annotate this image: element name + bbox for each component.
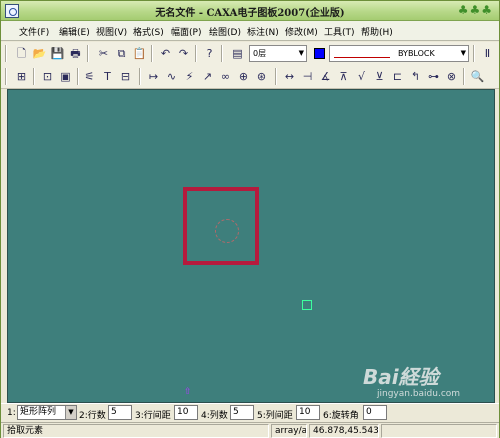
toolbar-separator: [463, 68, 465, 85]
ucs-origin-icon: ⇧: [184, 387, 192, 397]
option-1-label: 1:: [7, 408, 16, 418]
theme-clover-icons: ♣♣♣: [457, 3, 493, 17]
column-spacing-label: 5:列间距: [257, 411, 293, 421]
copy-icon[interactable]: ⧉: [113, 45, 130, 62]
menu-format[interactable]: 格式(S): [133, 25, 164, 38]
cut-line-icon[interactable]: ⊶: [425, 68, 442, 85]
toolbar-separator: [33, 68, 35, 85]
tolerance-icon[interactable]: ⊏: [389, 68, 406, 85]
chevron-down-icon: ▼: [65, 406, 76, 419]
linetype-preview: [334, 57, 390, 58]
menu-bar: 文件(F) 编辑(E) 视图(V) 格式(S) 幅面(P) 绘图(D) 标注(N…: [1, 21, 499, 41]
selected-circle-entity[interactable]: [215, 219, 239, 243]
arrow-tool-icon[interactable]: ↗: [199, 68, 216, 85]
array-type-select[interactable]: 矩形阵列 ▼: [17, 405, 77, 420]
section-icon[interactable]: ⊗: [443, 68, 460, 85]
rotation-input[interactable]: 0: [363, 405, 387, 420]
datum-icon[interactable]: ⊼: [335, 68, 352, 85]
zoom-icon[interactable]: 🔍: [469, 68, 486, 85]
chevron-down-icon: ▼: [298, 49, 304, 57]
table-icon[interactable]: ⊟: [117, 68, 134, 85]
window-title: 无名文件 - CAXA电子图板2007(企业版): [155, 8, 345, 19]
leader-icon[interactable]: ↰: [407, 68, 424, 85]
app-window: 无名文件 - CAXA电子图板2007(企业版) ♣♣♣ 文件(F) 编辑(E)…: [0, 0, 500, 438]
cut-icon[interactable]: ✂: [95, 45, 112, 62]
toolbar-separator: [139, 68, 141, 85]
line-style-icon[interactable]: Ⅱ: [479, 45, 496, 62]
menu-edit[interactable]: 编辑(E): [59, 25, 90, 38]
hatch-tool-icon[interactable]: ⊕: [235, 68, 252, 85]
roughness-icon[interactable]: √: [353, 68, 370, 85]
status-bar: 拾取元素 array/ar 46.878,45.543: [1, 422, 499, 438]
menu-file[interactable]: 文件(F): [19, 25, 49, 38]
display-window-icon[interactable]: ⊞: [13, 68, 30, 85]
title-bar[interactable]: 无名文件 - CAXA电子图板2007(企业版) ♣♣♣: [1, 1, 499, 21]
columns-input[interactable]: 5: [230, 405, 254, 420]
angle-dim-icon[interactable]: ∡: [317, 68, 334, 85]
undo-icon[interactable]: ↶: [157, 45, 174, 62]
toolbar-separator: [473, 45, 475, 62]
menu-view[interactable]: 视图(V): [96, 25, 127, 38]
circle-tool-icon[interactable]: ∞: [217, 68, 234, 85]
coordinate-dim-icon[interactable]: ⊣: [299, 68, 316, 85]
menu-sheet[interactable]: 幅面(P): [171, 25, 201, 38]
menu-tools[interactable]: 工具(T): [324, 25, 355, 38]
text-style-icon[interactable]: T: [99, 68, 116, 85]
redo-icon[interactable]: ↷: [175, 45, 192, 62]
status-coordinates: 46.878,45.543: [309, 424, 379, 438]
toolbar-separator: [275, 68, 277, 85]
toolbar-separator: [221, 45, 223, 62]
chevron-down-icon: ▼: [460, 49, 466, 57]
columns-label: 4:列数: [201, 411, 228, 421]
rows-input[interactable]: 5: [108, 405, 132, 420]
layer-select[interactable]: 0层 ▼: [249, 45, 307, 62]
toolbar-separator: [195, 45, 197, 62]
zoom-window-icon[interactable]: ⊡: [39, 68, 56, 85]
baidu-watermark: Bai経验 jingyan.baidu.com: [363, 361, 495, 401]
menu-dimension[interactable]: 标注(N): [247, 25, 279, 38]
zoom-all-icon[interactable]: ▣: [57, 68, 74, 85]
drawing-toolbar: ⊞ ⊡ ▣ ⚟ T ⊟ ↦ ∿ ⚡ ↗ ∞ ⊕ ⊛ ↔ ⊣ ∡ ⊼ √ ⊻ ⊏ …: [1, 65, 499, 89]
status-prompt: 拾取元素: [3, 424, 269, 438]
polyline-tool-icon[interactable]: ⚡: [181, 68, 198, 85]
layer-select-value: 0层: [253, 49, 267, 58]
spline-tool-icon[interactable]: ∿: [163, 68, 180, 85]
save-icon[interactable]: 💾: [49, 45, 66, 62]
layer-control-icon[interactable]: ▤: [229, 45, 246, 62]
print-icon[interactable]: 🖶: [67, 45, 84, 62]
menu-draw[interactable]: 绘图(D): [209, 25, 241, 38]
toolbar-grip[interactable]: [5, 68, 7, 85]
color-swatch[interactable]: [314, 48, 325, 59]
menu-help[interactable]: 帮助(H): [361, 25, 393, 38]
toolbar-separator: [151, 45, 153, 62]
array-type-value: 矩形阵列: [20, 407, 57, 417]
row-spacing-input[interactable]: 10: [174, 405, 198, 420]
toolbar-grip[interactable]: [5, 45, 7, 62]
property-icon[interactable]: ⚟: [81, 68, 98, 85]
row-spacing-label: 3:行间距: [135, 411, 171, 421]
help-icon[interactable]: ?: [201, 45, 218, 62]
standard-toolbar: 🗋 📂 💾 🖶 ✂ ⧉ 📋 ↶ ↷ ? ▤ 0层 ▼ BYBLOCK ▼ Ⅱ: [1, 42, 499, 66]
rows-label: 2:行数: [79, 411, 106, 421]
column-spacing-input[interactable]: 10: [296, 405, 320, 420]
open-folder-icon[interactable]: 📂: [31, 45, 48, 62]
block-tool-icon[interactable]: ⊛: [253, 68, 270, 85]
command-options-bar: 1: 矩形阵列 ▼ 2:行数 5 3:行间距 10 4:列数 5 5:列间距 1…: [1, 403, 499, 421]
paste-icon[interactable]: 📋: [131, 45, 148, 62]
menu-modify[interactable]: 修改(M): [285, 25, 318, 38]
linetype-select[interactable]: BYBLOCK ▼: [329, 45, 469, 62]
toolbar-separator: [77, 68, 79, 85]
toolbar-separator: [87, 45, 89, 62]
watermark-logo-text: Bai経验: [363, 365, 439, 389]
dimension-icon[interactable]: ↔: [281, 68, 298, 85]
watermark-url: jingyan.baidu.com: [377, 389, 461, 399]
rotation-label: 6:旋转角: [323, 411, 359, 421]
weld-icon[interactable]: ⊻: [371, 68, 388, 85]
linetype-select-value: BYBLOCK: [398, 49, 435, 58]
pick-cursor: [302, 300, 312, 310]
new-file-icon[interactable]: 🗋: [13, 45, 30, 62]
status-command: array/ar: [271, 424, 307, 438]
line-tool-icon[interactable]: ↦: [145, 68, 162, 85]
status-empty-cell: [381, 424, 497, 438]
